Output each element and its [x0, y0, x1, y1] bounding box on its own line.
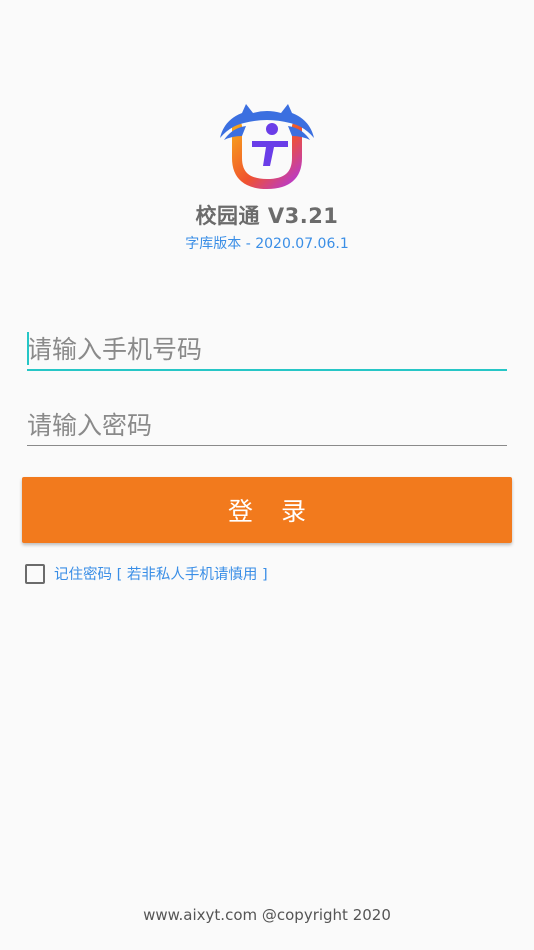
- remember-password-label[interactable]: 记住密码 [ 若非私人手机请慎用 ]: [54, 563, 268, 584]
- phone-input[interactable]: [27, 329, 507, 369]
- phone-field[interactable]: [27, 329, 507, 371]
- password-field[interactable]: [27, 405, 507, 446]
- checkbox-icon[interactable]: [25, 563, 45, 584]
- login-button[interactable]: 登 录: [22, 477, 512, 543]
- remember-password-row[interactable]: 记住密码 [ 若非私人手机请慎用 ]: [25, 563, 268, 584]
- password-input[interactable]: [27, 405, 507, 445]
- password-underline: [27, 445, 507, 446]
- copyright-footer: www.aixyt.com @copyright 2020: [143, 906, 391, 924]
- font-library-version: 字库版本 - 2020.07.06.1: [185, 236, 349, 252]
- app-title: 校园通 V3.21: [195, 204, 339, 228]
- text-cursor: [27, 332, 29, 365]
- app-logo-icon: [220, 104, 314, 190]
- phone-underline: [27, 369, 507, 371]
